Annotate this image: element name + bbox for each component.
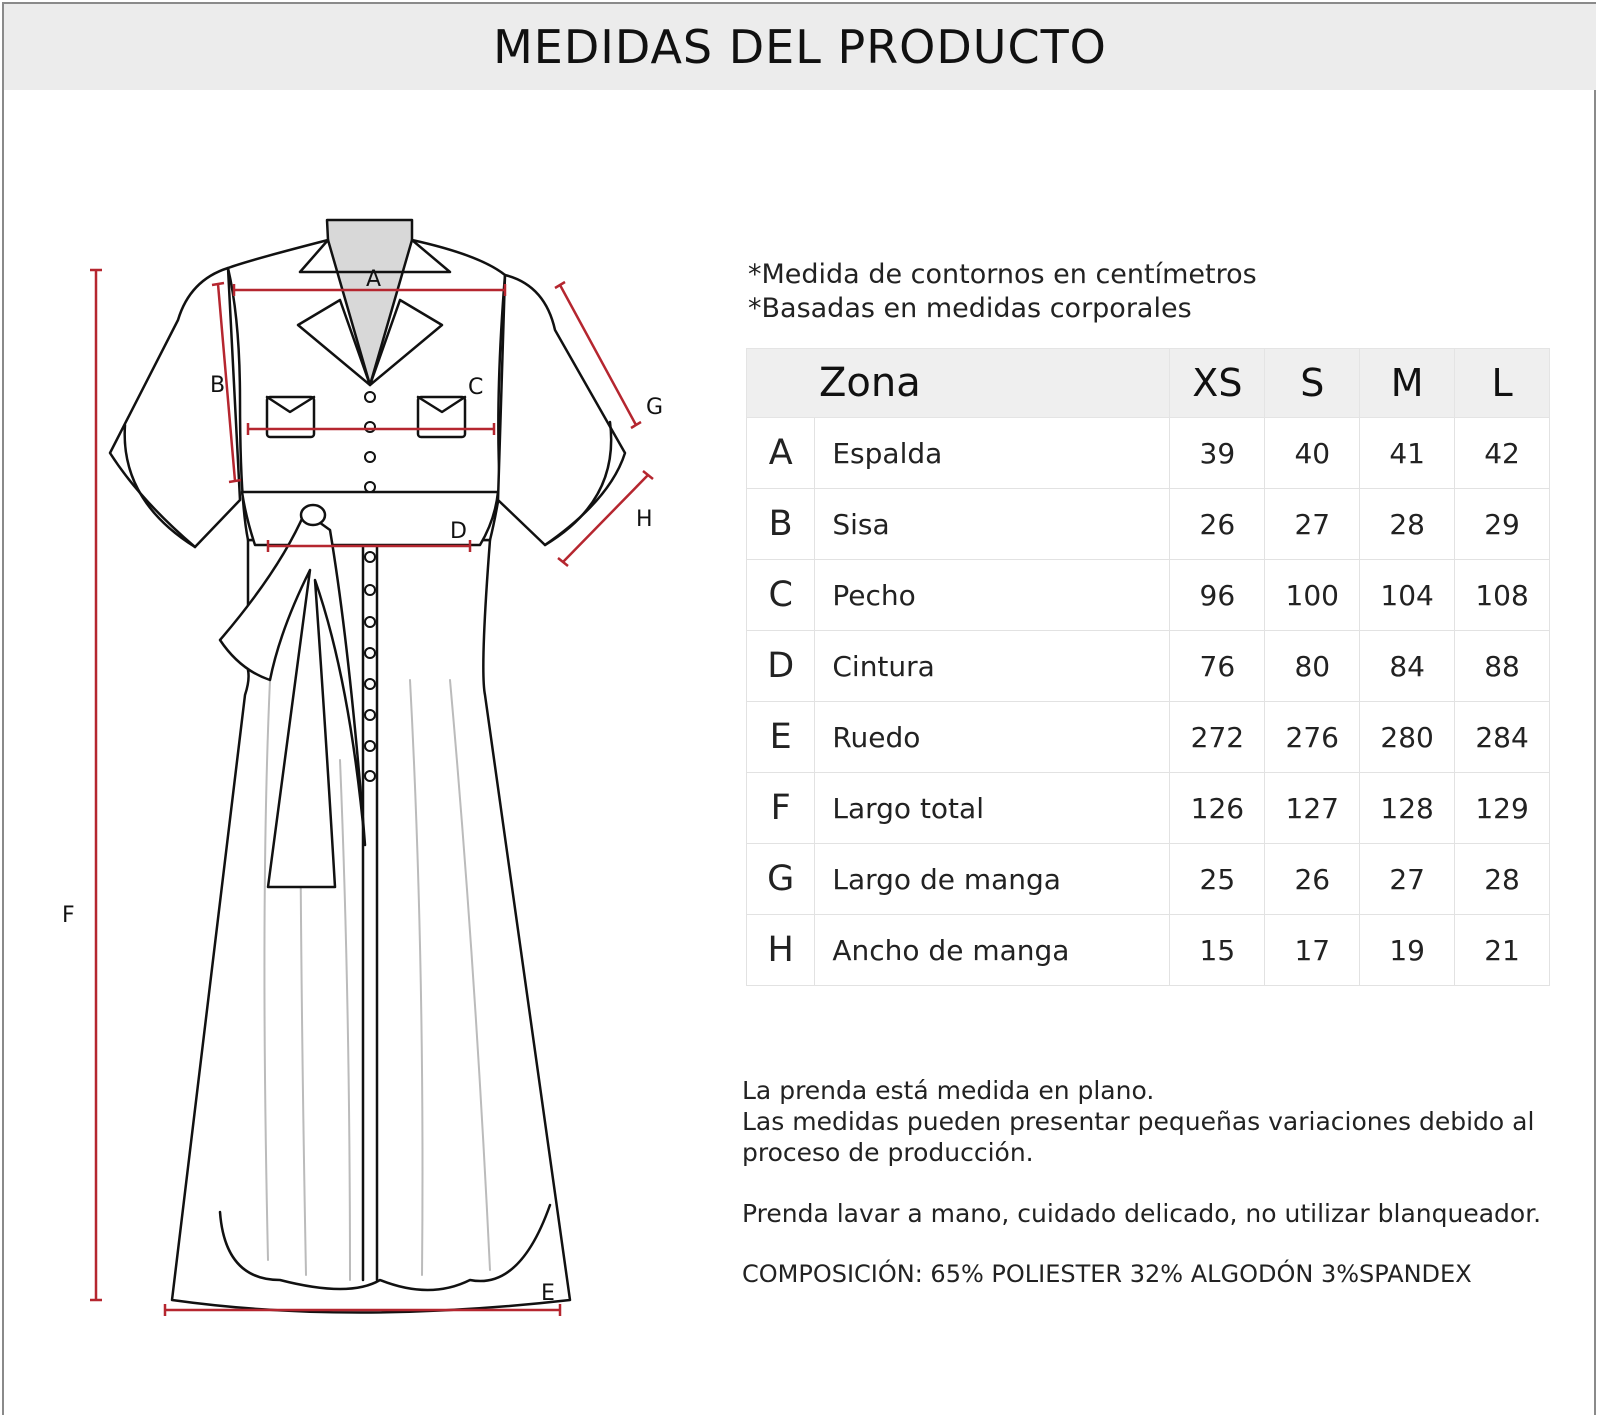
- header-s: S: [1264, 348, 1361, 418]
- header-l: L: [1454, 348, 1550, 418]
- value-xs: 26: [1169, 488, 1266, 560]
- value-m: 41: [1359, 417, 1456, 489]
- label-e: E: [541, 1281, 555, 1306]
- row-letter: A: [745, 417, 816, 489]
- label-d: D: [450, 519, 467, 544]
- right-sleeve: [496, 273, 627, 547]
- note-measured-flat: La prenda está medida en plano.: [742, 1076, 1155, 1105]
- label-c: C: [468, 375, 483, 400]
- value-m: 84: [1359, 630, 1456, 702]
- value-m: 28: [1359, 488, 1456, 560]
- dress-button: [364, 451, 376, 463]
- row-zone: Pecho: [814, 559, 1171, 631]
- value-l: 42: [1454, 417, 1550, 489]
- header-m: M: [1359, 348, 1456, 418]
- row-letter: D: [745, 630, 816, 702]
- table-row: A Espalda 39 40 41 42: [745, 417, 1550, 489]
- value-m: 19: [1359, 914, 1456, 986]
- table-row: D Cintura 76 80 84 88: [745, 630, 1550, 702]
- dress-button: [364, 678, 376, 690]
- row-letter: E: [745, 701, 816, 773]
- row-letter: F: [745, 772, 816, 844]
- value-xs: 39: [1169, 417, 1266, 489]
- row-letter: C: [745, 559, 816, 631]
- size-table: Zona XS S M L A Espalda 39 40 41 42 B Si…: [745, 348, 1550, 986]
- label-b: B: [210, 373, 225, 398]
- table-row: B Sisa 26 27 28 29: [745, 488, 1550, 560]
- row-zone: Largo total: [814, 772, 1171, 844]
- dress-measurement-sketch: A B C D E F G H: [62, 218, 663, 1316]
- value-s: 40: [1264, 417, 1361, 489]
- value-xs: 272: [1169, 701, 1266, 773]
- value-s: 80: [1264, 630, 1361, 702]
- measure-line-f: [90, 268, 102, 1302]
- row-zone: Sisa: [814, 488, 1171, 560]
- note-production: proceso de producción.: [742, 1138, 1034, 1167]
- dress-button: [364, 616, 376, 628]
- note-line: *Basadas en medidas corporales: [748, 293, 1192, 324]
- value-l: 284: [1454, 701, 1550, 773]
- value-s: 127: [1264, 772, 1361, 844]
- product-notes: La prenda está medida en plano. Las medi…: [742, 1075, 1572, 1290]
- label-a: A: [366, 267, 381, 292]
- value-m: 280: [1359, 701, 1456, 773]
- value-xs: 126: [1169, 772, 1266, 844]
- value-s: 17: [1264, 914, 1361, 986]
- value-l: 129: [1454, 772, 1550, 844]
- value-m: 104: [1359, 559, 1456, 631]
- row-zone: Ancho de manga: [814, 914, 1171, 986]
- dress-button: [364, 584, 376, 596]
- dress-button: [364, 421, 376, 433]
- value-s: 100: [1264, 559, 1361, 631]
- dress-button: [364, 709, 376, 721]
- dress-button: [364, 481, 376, 493]
- composition: COMPOSICIÓN: 65% POLIESTER 32% ALGODÓN 3…: [742, 1260, 1472, 1288]
- measurement-notes: *Medida de contornos en centímetros *Bas…: [748, 258, 1257, 326]
- page-title: MEDIDAS DEL PRODUCTO: [493, 20, 1107, 74]
- note-line: *Medida de contornos en centímetros: [748, 259, 1257, 290]
- dress-button: [364, 391, 376, 403]
- table-row: C Pecho 96 100 104 108: [745, 559, 1550, 631]
- row-letter: B: [745, 488, 816, 560]
- table-header-row: Zona XS S M L: [745, 348, 1550, 418]
- value-l: 21: [1454, 914, 1550, 986]
- value-xs: 15: [1169, 914, 1266, 986]
- value-s: 27: [1264, 488, 1361, 560]
- title-banner: MEDIDAS DEL PRODUCTO: [4, 4, 1596, 90]
- dress-button: [364, 770, 376, 782]
- value-s: 26: [1264, 843, 1361, 915]
- dress-button: [364, 740, 376, 752]
- value-xs: 25: [1169, 843, 1266, 915]
- table-row: E Ruedo 272 276 280 284: [745, 701, 1550, 773]
- row-zone: Cintura: [814, 630, 1171, 702]
- label-f: F: [62, 903, 75, 928]
- note-variations: Las medidas pueden presentar pequeñas va…: [742, 1107, 1535, 1136]
- table-row: G Largo de manga 25 26 27 28: [745, 843, 1550, 915]
- value-xs: 96: [1169, 559, 1266, 631]
- row-zone: Ruedo: [814, 701, 1171, 773]
- table-row: F Largo total 126 127 128 129: [745, 772, 1550, 844]
- dress-button: [364, 647, 376, 659]
- header-zona: Zona: [745, 348, 1171, 418]
- value-m: 27: [1359, 843, 1456, 915]
- value-s: 276: [1264, 701, 1361, 773]
- row-letter: H: [745, 914, 816, 986]
- value-l: 29: [1454, 488, 1550, 560]
- value-xs: 76: [1169, 630, 1266, 702]
- table-row: H Ancho de manga 15 17 19 21: [745, 914, 1550, 986]
- care-instructions: Prenda lavar a mano, cuidado delicado, n…: [742, 1199, 1542, 1228]
- value-l: 28: [1454, 843, 1550, 915]
- value-l: 88: [1454, 630, 1550, 702]
- label-g: G: [646, 395, 663, 420]
- header-xs: XS: [1169, 348, 1266, 418]
- value-m: 128: [1359, 772, 1456, 844]
- row-letter: G: [745, 843, 816, 915]
- row-zone: Espalda: [814, 417, 1171, 489]
- value-l: 108: [1454, 559, 1550, 631]
- label-h: H: [636, 507, 653, 532]
- row-zone: Largo de manga: [814, 843, 1171, 915]
- dress-button: [364, 551, 376, 563]
